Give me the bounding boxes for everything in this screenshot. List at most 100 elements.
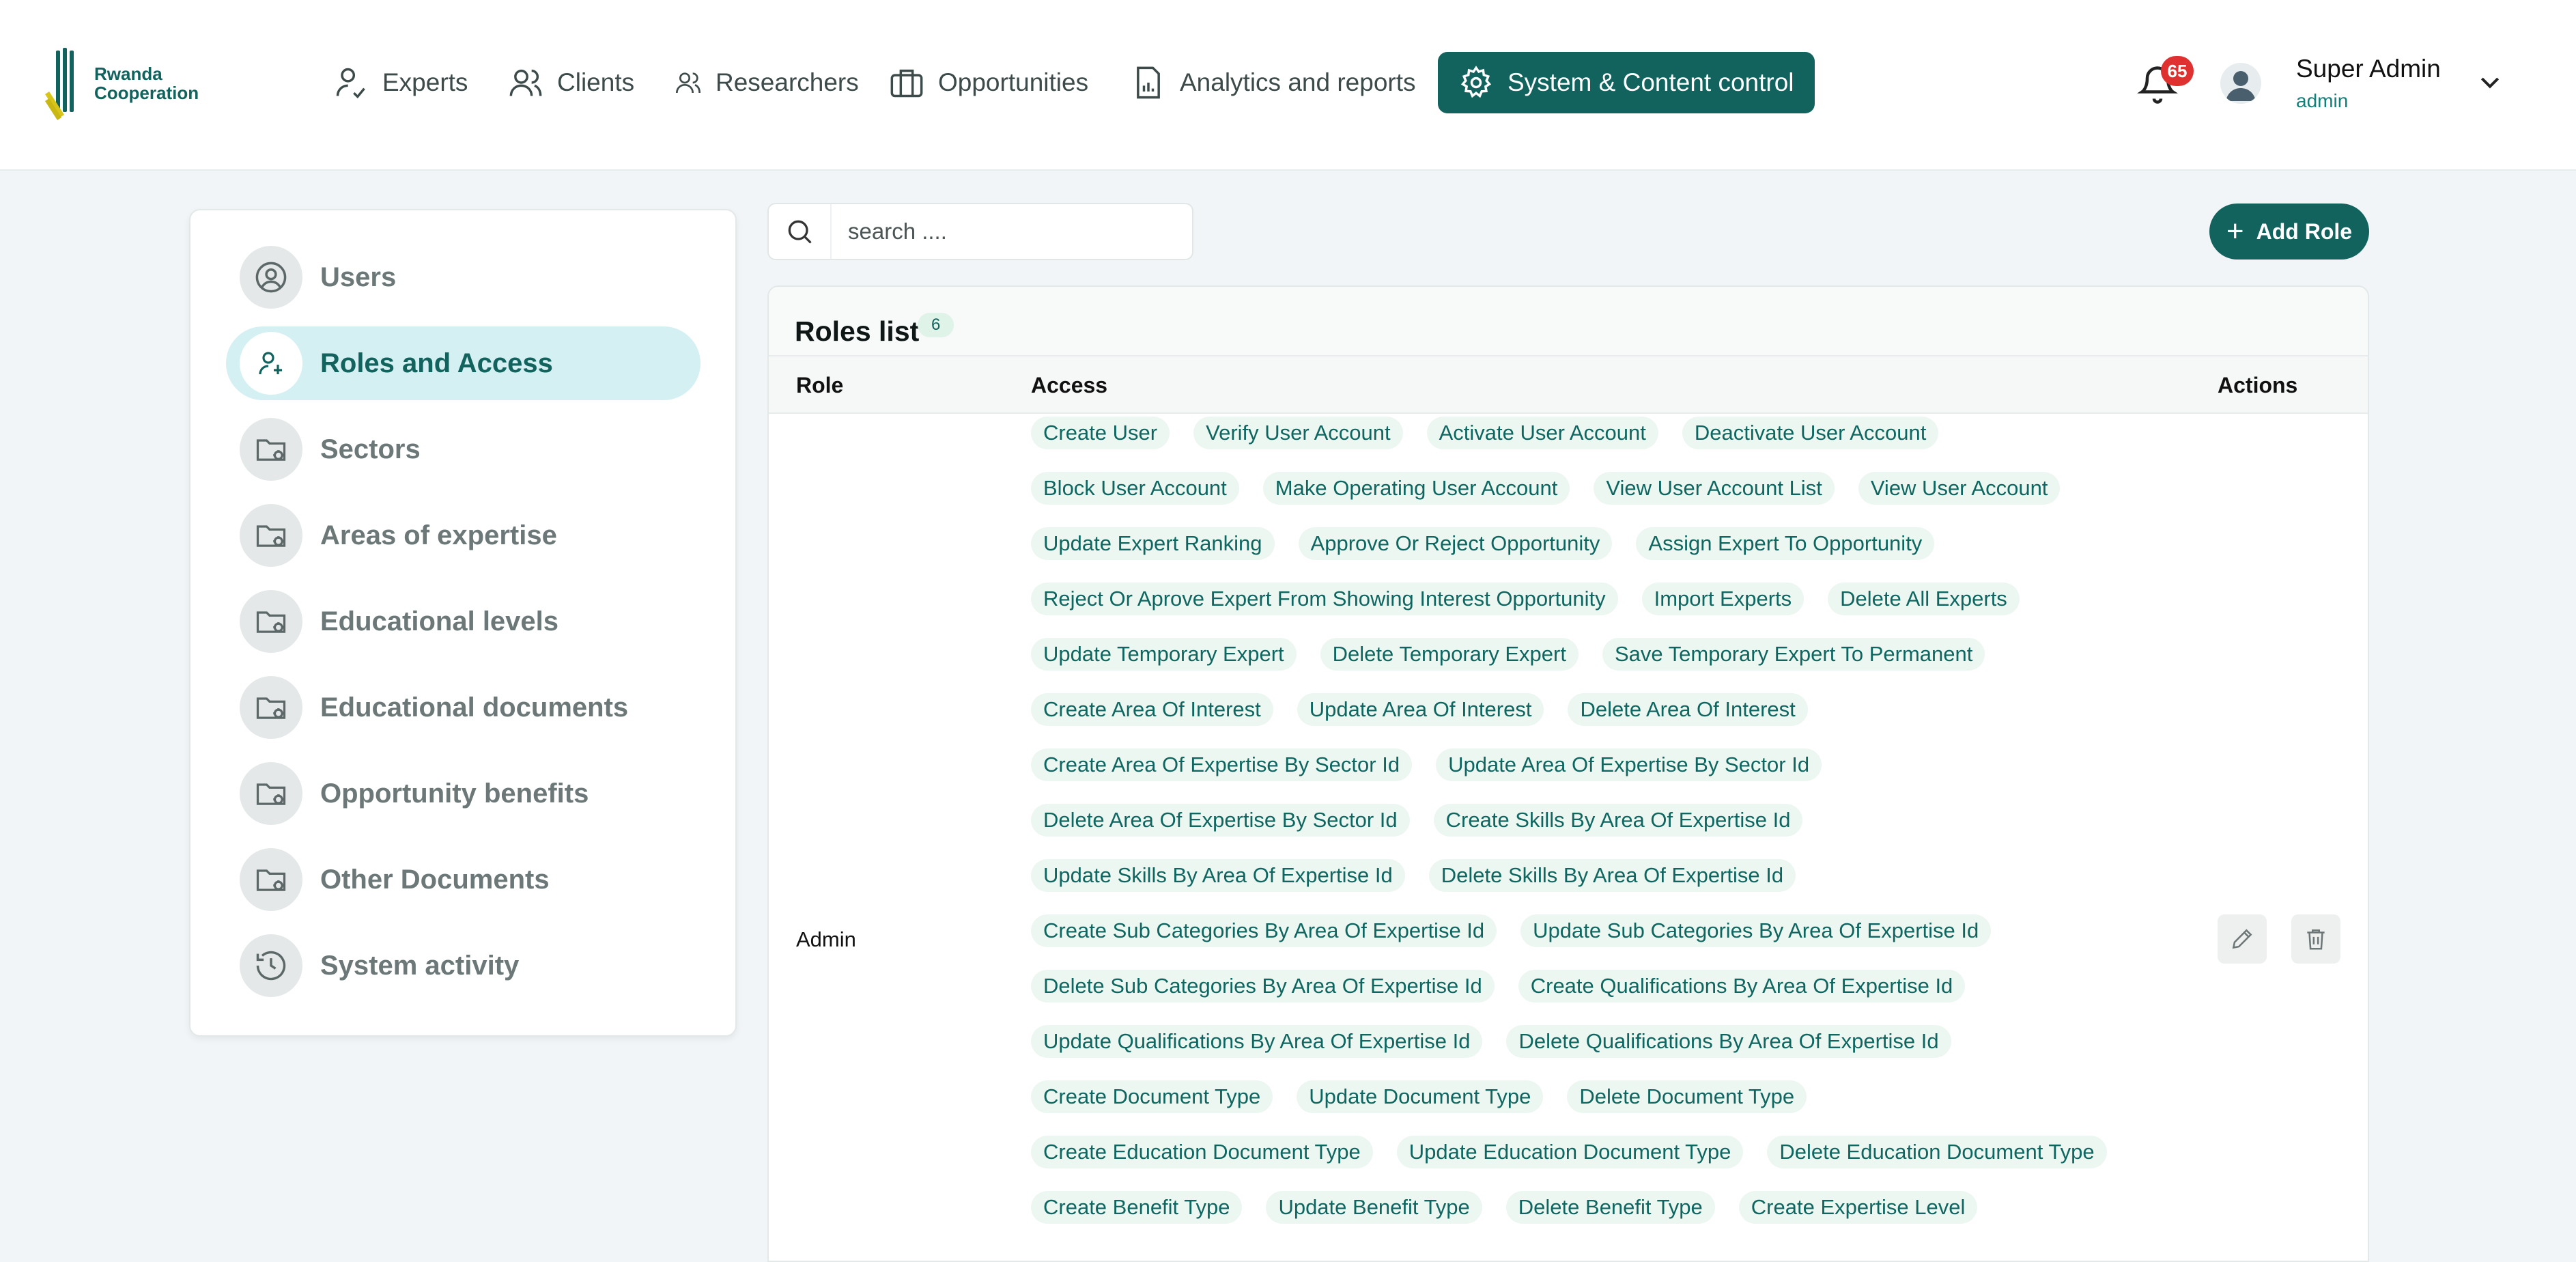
sidebar-item-educational-levels[interactable]: Educational levels: [226, 585, 700, 658]
logo-line-2: Cooperation: [94, 83, 199, 103]
access-tag: Reject Or Aprove Expert From Showing Int…: [1031, 583, 1618, 615]
table-header: Role Access Actions: [769, 355, 2368, 414]
logo-text: Rwanda Cooperation: [94, 64, 199, 102]
user-circle-icon: [240, 246, 302, 309]
avatar[interactable]: [2220, 63, 2261, 104]
access-tag-row: Create Sub Categories By Area Of Experti…: [1031, 914, 2192, 970]
access-tag-row: Create Area Of Expertise By Sector Id Upd…: [1031, 748, 2192, 804]
sidebar-item-label: Educational levels: [320, 606, 559, 636]
add-role-label: Add Role: [2256, 219, 2353, 244]
access-tag: Update Expert Ranking: [1031, 527, 1275, 560]
access-tag-row: Update Qualifications By Area Of Experti…: [1031, 1025, 2192, 1080]
access-tag: Create Document Type: [1031, 1080, 1273, 1113]
access-tag-row: Create Document Type Update Document Type…: [1031, 1080, 2192, 1136]
sidebar-item-label: Users: [320, 262, 397, 292]
nav-experts-label: Experts: [382, 68, 468, 96]
sidebar-item-opportunity-benefits[interactable]: Opportunity benefits: [226, 757, 700, 830]
nav-analytics[interactable]: Analytics and reports: [1131, 52, 1416, 113]
access-tag-row: Update Expert Ranking Approve Or Reject O…: [1031, 527, 2192, 583]
access-tag: Update Qualifications By Area Of Experti…: [1031, 1025, 1483, 1058]
top-navigation-bar: Rwanda Cooperation Experts Clients Resea…: [0, 0, 2576, 171]
access-tag: Update Skills By Area Of Expertise Id: [1031, 859, 1405, 892]
user-key-icon: [240, 332, 302, 395]
sidebar-item-other-documents[interactable]: Other Documents: [226, 843, 700, 916]
nav-analytics-label: Analytics and reports: [1180, 68, 1416, 96]
logo[interactable]: Rwanda Cooperation: [44, 46, 199, 120]
logo-mark-icon: [45, 48, 74, 120]
sidebar-item-system-activity[interactable]: System activity: [226, 929, 700, 1002]
sidebar-item-educational-documents[interactable]: Educational documents: [226, 671, 700, 744]
access-tag: Delete Education Document Type: [1767, 1136, 2107, 1168]
roles-count-badge: 6: [918, 313, 954, 337]
access-tag: Create Education Document Type: [1031, 1136, 1373, 1168]
gear-icon: [1460, 66, 1492, 98]
nav-opportunities[interactable]: Opportunities: [889, 52, 1088, 113]
access-tag-row: Update Skills By Area Of Expertise Id Del…: [1031, 859, 2192, 914]
briefcase-icon: [890, 69, 923, 98]
nav-experts[interactable]: Experts: [333, 52, 468, 113]
notification-badge: 65: [2161, 56, 2194, 86]
access-tag-row: Block User Account Make Operating User Ac…: [1031, 472, 2192, 527]
sidebar-item-label: System activity: [320, 950, 520, 981]
access-tag: Delete Temporary Expert: [1320, 638, 1579, 671]
sidebar-item-areas-of-expertise[interactable]: Areas of expertise: [226, 499, 700, 572]
access-tag: Create Sub Categories By Area Of Experti…: [1031, 914, 1497, 947]
access-tag: Create Qualifications By Area Of Experti…: [1518, 970, 1966, 1002]
roles-list-title: Roles list: [795, 316, 920, 347]
sidebar-item-roles-and-access[interactable]: Roles and Access: [226, 326, 700, 400]
access-tag-list: Create User Verify User Account Activate U…: [1031, 417, 2192, 1246]
access-tag: Create Expertise Level: [1738, 1191, 1978, 1224]
sidebar-item-sectors[interactable]: Sectors: [226, 412, 700, 486]
column-header-access: Access: [1031, 373, 1108, 397]
delete-role-button[interactable]: [2291, 914, 2340, 964]
nav-clients[interactable]: Clients: [508, 52, 634, 113]
access-tag: Make Operating User Account: [1262, 472, 1570, 505]
access-tag: Update Area Of Interest: [1297, 693, 1544, 726]
roles-panel-header: Roles list 6: [769, 287, 2368, 355]
sidebar-item-users[interactable]: Users: [226, 240, 700, 314]
search-input[interactable]: [848, 219, 1176, 244]
access-tag: Delete Area Of Expertise By Sector Id: [1031, 804, 1410, 837]
access-tag-row: Create Benefit Type Update Benefit Type De…: [1031, 1191, 2192, 1246]
access-tag: Block User Account: [1031, 472, 1239, 505]
access-tag: Delete Sub Categories By Area Of Experti…: [1031, 970, 1495, 1002]
access-tag: Delete Qualifications By Area Of Experti…: [1506, 1025, 1951, 1058]
nav-system-content-label: System & Content control: [1508, 68, 1794, 96]
access-tag: Create Area Of Expertise By Sector Id: [1031, 748, 1413, 781]
column-header-role: Role: [796, 373, 844, 397]
access-tag: Delete Skills By Area Of Expertise Id: [1428, 859, 1796, 892]
access-tag-row: Update Temporary Expert Delete Temporary …: [1031, 638, 2192, 693]
user-name[interactable]: Super Admin: [2296, 55, 2441, 83]
add-role-button[interactable]: + Add Role: [2209, 204, 2369, 260]
access-tag-row: Reject Or Aprove Expert From Showing Int…: [1031, 583, 2192, 638]
access-tag: View User Account: [1858, 472, 2061, 505]
access-tag-row: Delete Area Of Expertise By Sector Id Cre…: [1031, 804, 2192, 859]
access-tag: Update Sub Categories By Area Of Experti…: [1520, 914, 1992, 947]
edit-role-button[interactable]: [2218, 914, 2267, 964]
search-icon[interactable]: [769, 204, 832, 259]
folder-gear-icon: [240, 418, 302, 481]
access-tag: View User Account List: [1594, 472, 1835, 505]
access-tag: Approve Or Reject Opportunity: [1298, 527, 1613, 560]
access-tag: Delete Benefit Type: [1505, 1191, 1715, 1224]
sidebar-item-label: Other Documents: [320, 864, 550, 895]
role-name: Admin: [796, 927, 856, 951]
avatar-icon: [2226, 71, 2256, 101]
access-tag: Import Experts: [1641, 583, 1804, 615]
roles-panel: Roles list 6 Role Access Actions Admin C…: [767, 285, 2369, 1262]
nav-system-content[interactable]: System & Content control: [1438, 52, 1815, 113]
access-tag-row: Delete Sub Categories By Area Of Experti…: [1031, 970, 2192, 1025]
column-header-actions: Actions: [2218, 373, 2298, 397]
access-tag: Update Education Document Type: [1396, 1136, 1744, 1168]
sidebar-item-label: Areas of expertise: [320, 520, 557, 550]
user-check-icon: [336, 68, 365, 99]
nav-researchers[interactable]: Researchers: [675, 52, 859, 113]
chevron-down-icon[interactable]: [2473, 68, 2507, 96]
access-tag: Assign Expert To Opportunity: [1636, 527, 1935, 560]
report-icon: [1137, 66, 1160, 99]
sidebar-item-label: Educational documents: [320, 692, 629, 723]
folder-gear-icon: [240, 590, 302, 653]
access-tag-row: Create Area Of Interest Update Area Of In…: [1031, 693, 2192, 748]
nav-clients-label: Clients: [557, 68, 635, 96]
folder-gear-icon: [240, 504, 302, 567]
